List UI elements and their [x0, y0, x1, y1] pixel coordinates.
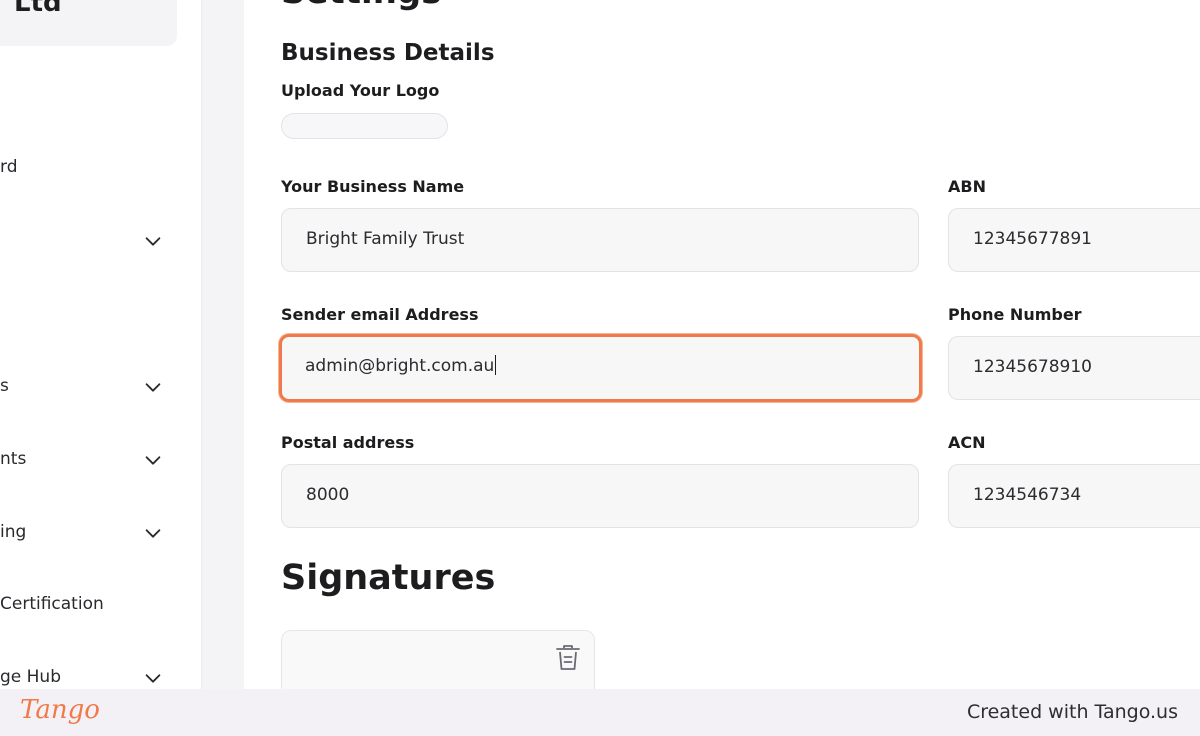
trash-icon[interactable] [555, 643, 581, 673]
text-caret [495, 355, 497, 375]
abn-label: ABN [948, 177, 986, 196]
acn-value: 1234546734 [973, 485, 1082, 505]
chevron-down-icon[interactable] [142, 449, 164, 471]
sidebar-item-4[interactable]: nts [0, 445, 201, 473]
sidebar-item-label: s [0, 376, 9, 396]
business-name-label: Your Business Name [281, 177, 465, 196]
sidebar-item-3[interactable]: s [0, 372, 201, 400]
sidebar-item-5[interactable]: ing [0, 518, 201, 546]
logo-upload-button[interactable] [281, 113, 448, 139]
sender-email-value: admin@bright.com.au [305, 355, 497, 376]
sidebar-item-certification[interactable]: Certification [0, 590, 201, 618]
sidebar-item-hub[interactable]: ge Hub [0, 663, 201, 689]
business-name-input[interactable]: Bright Family Trust [281, 208, 919, 272]
sidebar-item-label: Certification [0, 594, 104, 614]
sidebar-item-dashboard[interactable]: rd [0, 153, 201, 181]
signature-card[interactable] [281, 630, 595, 689]
phone-number-label: Phone Number [948, 305, 1082, 324]
signatures-title: Signatures [281, 558, 496, 598]
section-title: Business Details [281, 40, 495, 66]
chevron-down-icon[interactable] [142, 376, 164, 398]
sidebar: Ltd rd s nts ing Certification ge Hub [0, 0, 202, 689]
organisation-name: Ltd [14, 0, 62, 18]
sidebar-item-label: rd [0, 157, 18, 177]
sidebar-item-label: ing [0, 522, 27, 542]
sender-email-label: Sender email Address [281, 305, 479, 324]
phone-number-value: 12345678910 [973, 357, 1092, 377]
upload-logo-label: Upload Your Logo [281, 81, 440, 100]
postal-address-value: 8000 [306, 485, 350, 505]
acn-label: ACN [948, 433, 986, 452]
postal-address-label: Postal address [281, 433, 415, 452]
business-name-value: Bright Family Trust [306, 229, 465, 249]
chevron-down-icon[interactable] [142, 230, 164, 252]
chevron-down-icon[interactable] [142, 522, 164, 544]
layout-gutter [202, 0, 244, 689]
phone-number-input[interactable]: 12345678910 [948, 336, 1200, 400]
abn-input[interactable]: 12345677891 [948, 208, 1200, 272]
sender-email-input[interactable]: admin@bright.com.au [279, 334, 922, 402]
sidebar-item-label: nts [0, 449, 27, 469]
page-title: Settings [281, 0, 442, 12]
postal-address-input[interactable]: 8000 [281, 464, 919, 528]
tango-logo: Tango [20, 695, 100, 725]
acn-input[interactable]: 1234546734 [948, 464, 1200, 528]
sidebar-item-label: ge Hub [0, 667, 62, 687]
footer-bar: Tango Created with Tango.us [0, 689, 1200, 736]
sidebar-item-2[interactable] [0, 226, 201, 254]
footer-credit: Created with Tango.us [966, 701, 1178, 723]
abn-value: 12345677891 [973, 229, 1092, 249]
chevron-down-icon[interactable] [142, 667, 164, 689]
settings-panel: Settings Business Details Upload Your Lo… [244, 0, 1200, 689]
